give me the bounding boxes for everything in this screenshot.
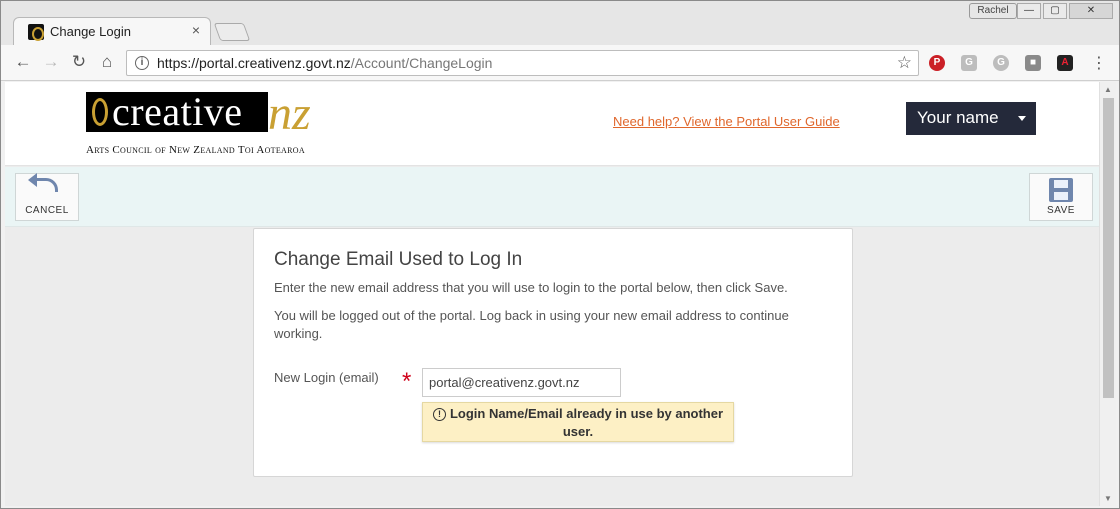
scroll-down-arrow-icon[interactable]: ▼ bbox=[1104, 494, 1112, 503]
new-tab-button[interactable] bbox=[213, 23, 251, 41]
back-arrow-icon[interactable]: ← bbox=[13, 52, 33, 72]
forward-arrow-icon[interactable]: → bbox=[41, 52, 61, 72]
url-path: /Account/ChangeLogin bbox=[350, 55, 493, 71]
portal-guide-link[interactable]: Need help? View the Portal User Guide bbox=[613, 114, 840, 129]
reload-icon[interactable]: ↻ bbox=[69, 52, 89, 72]
scroll-up-arrow-icon[interactable]: ▲ bbox=[1104, 85, 1112, 94]
error-message: Login Name/Email already in use by anoth… bbox=[449, 406, 724, 439]
maximize-button[interactable]: ▢ bbox=[1043, 3, 1067, 19]
tab-change-login[interactable]: Change Login × bbox=[13, 17, 211, 45]
tab-title: Change Login bbox=[50, 24, 131, 39]
cancel-button[interactable]: CANCEL bbox=[15, 173, 79, 221]
logo-nz: nz bbox=[268, 87, 311, 140]
title-bar: Change Login × Rachel — ▢ ✕ bbox=[1, 1, 1119, 45]
home-icon[interactable]: ⌂ bbox=[97, 52, 117, 72]
profile-chip[interactable]: Rachel bbox=[969, 3, 1017, 19]
user-menu-label: Your name bbox=[917, 108, 999, 127]
pinterest-extension-icon[interactable]: P bbox=[929, 55, 945, 71]
browser-menu-icon[interactable]: ⋮ bbox=[1091, 53, 1107, 73]
grammarly-extension-icon[interactable]: G bbox=[961, 55, 977, 71]
save-label: SAVE bbox=[1047, 205, 1075, 216]
exclamation-circle-icon: ! bbox=[432, 408, 446, 421]
url-text: https://portal.creativenz.govt.nz/Accoun… bbox=[157, 55, 492, 71]
save-button[interactable]: SAVE bbox=[1029, 173, 1093, 221]
action-bar: CANCEL SAVE bbox=[5, 167, 1099, 227]
caret-down-icon bbox=[1018, 116, 1026, 121]
change-login-card: Change Email Used to Log In Enter the ne… bbox=[253, 228, 853, 477]
creativenz-logo[interactable]: creative nz Arts Council of New Zealand … bbox=[86, 87, 366, 162]
required-asterisk-icon: * bbox=[402, 368, 412, 395]
site-header: creative nz Arts Council of New Zealand … bbox=[5, 82, 1099, 166]
page-scrollbar[interactable]: ▲ ▼ bbox=[1099, 82, 1116, 506]
browser-window: Change Login × Rachel — ▢ ✕ ← → ↻ ⌂ i ht… bbox=[0, 0, 1120, 509]
minimize-button[interactable]: — bbox=[1017, 3, 1041, 19]
logo-block: creative bbox=[86, 89, 268, 134]
koru-swirl-icon bbox=[92, 98, 108, 126]
validation-error: ! Login Name/Email already in use by anot… bbox=[422, 402, 734, 442]
url-host: https://portal.creativenz.govt.nz bbox=[157, 55, 351, 71]
new-login-label: New Login (email) bbox=[274, 370, 379, 385]
window-controls: — ▢ ✕ bbox=[1015, 3, 1113, 19]
floppy-disk-icon bbox=[1049, 178, 1073, 202]
page-title: Change Email Used to Log In bbox=[274, 249, 523, 270]
extension-icon-square[interactable]: ■ bbox=[1025, 55, 1041, 71]
address-bar[interactable]: i https://portal.creativenz.govt.nz/Acco… bbox=[126, 50, 919, 76]
intro-text: Enter the new email address that you wil… bbox=[274, 280, 788, 295]
user-menu-button[interactable]: Your name bbox=[906, 102, 1036, 135]
logout-note: You will be logged out of the portal. Lo… bbox=[274, 308, 789, 341]
new-login-email-input[interactable] bbox=[422, 368, 621, 397]
site-info-icon[interactable]: i bbox=[135, 56, 149, 70]
cancel-label: CANCEL bbox=[25, 205, 69, 216]
tab-close-icon[interactable]: × bbox=[192, 22, 200, 38]
scroll-thumb[interactable] bbox=[1103, 98, 1114, 398]
extension-icon-g[interactable]: G bbox=[993, 55, 1009, 71]
close-window-button[interactable]: ✕ bbox=[1069, 3, 1113, 19]
browser-toolbar: ← → ↻ ⌂ i https://portal.creativenz.govt… bbox=[1, 45, 1119, 81]
creativenz-favicon-icon bbox=[28, 24, 44, 41]
acrobat-extension-icon[interactable]: A bbox=[1057, 55, 1073, 71]
bookmark-star-icon[interactable]: ☆ bbox=[897, 53, 912, 73]
logo-word: creative bbox=[112, 89, 243, 134]
page-viewport: creative nz Arts Council of New Zealand … bbox=[5, 82, 1099, 506]
logo-tagline: Arts Council of New Zealand Toi Aotearoa bbox=[86, 144, 305, 156]
undo-arrow-icon bbox=[28, 173, 58, 192]
